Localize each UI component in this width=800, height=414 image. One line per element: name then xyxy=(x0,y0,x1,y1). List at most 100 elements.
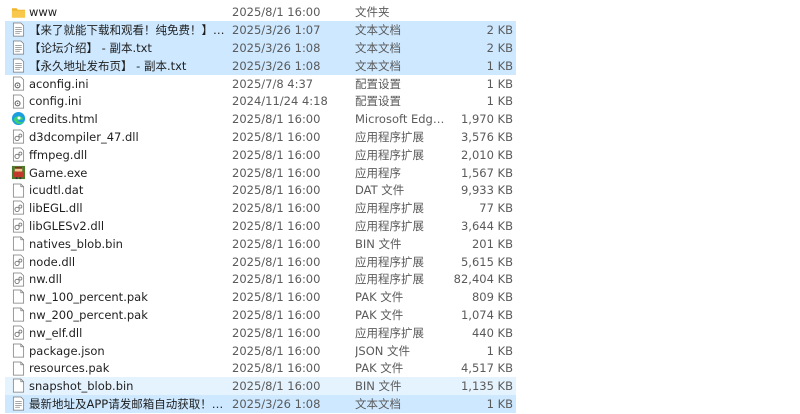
file-size: 4,517 KB xyxy=(460,361,513,376)
file-type: 应用程序扩展 xyxy=(355,325,424,340)
file-name: libGLESv2.dll xyxy=(29,218,105,233)
file-row[interactable]: node.dll 2025/8/1 16:00 应用程序扩展 5,615 KB xyxy=(5,253,516,271)
file-size: 1,970 KB xyxy=(460,112,513,127)
file-row[interactable]: nw_elf.dll 2025/8/1 16:00 应用程序扩展 440 KB xyxy=(5,324,516,342)
blank-file-icon xyxy=(11,307,26,322)
dll-icon xyxy=(11,129,26,144)
file-date-modified: 2025/8/1 16:00 xyxy=(232,218,321,233)
file-name: 最新地址及APP请发邮箱自动获取！！！ xyxy=(29,396,225,411)
file-type: 配置设置 xyxy=(355,76,401,91)
file-row[interactable]: libGLESv2.dll 2025/8/1 16:00 应用程序扩展 3,644 K… xyxy=(5,217,516,235)
file-size: 809 KB xyxy=(471,290,513,305)
file-date-modified: 2025/8/1 16:00 xyxy=(232,183,321,198)
file-row[interactable]: credits.html 2025/8/1 16:00 Microsoft Edge… xyxy=(5,110,516,128)
file-date-modified: 2025/3/26 1:07 xyxy=(232,23,321,38)
file-row[interactable]: Game.exe 2025/8/1 16:00 应用程序 1,567 KB xyxy=(5,164,516,182)
file-name: config.ini xyxy=(29,94,82,109)
file-size: 3,644 KB xyxy=(460,218,513,233)
file-row[interactable]: resources.pak 2025/8/1 16:00 PAK 文件 4,517 K… xyxy=(5,360,516,378)
file-type: JSON 文件 xyxy=(355,343,411,358)
file-type: 应用程序扩展 xyxy=(355,129,424,144)
file-name: nw.dll xyxy=(29,272,62,287)
file-type: 文本文档 xyxy=(355,396,401,411)
file-size: 2 KB xyxy=(486,40,513,55)
text-document-icon xyxy=(11,58,26,73)
file-name: ffmpeg.dll xyxy=(29,147,88,162)
file-name: node.dll xyxy=(29,254,76,269)
file-row[interactable]: snapshot_blob.bin 2025/8/1 16:00 BIN 文件 1,1… xyxy=(5,377,516,396)
file-row[interactable]: natives_blob.bin 2025/8/1 16:00 BIN 文件 201 … xyxy=(5,235,516,253)
file-size: 1,567 KB xyxy=(460,165,513,180)
file-type: 应用程序扩展 xyxy=(355,272,424,287)
file-row[interactable]: 【来了就能下载和观看！纯免费！】 - 副... 2025/3/26 1:07 文本文… xyxy=(5,21,516,40)
file-row[interactable]: 【论坛介绍】 - 副本.txt 2025/3/26 1:08 文本文档 2 KB xyxy=(5,39,516,57)
file-date-modified: 2025/8/1 16:00 xyxy=(232,307,321,322)
file-type: PAK 文件 xyxy=(355,290,404,305)
file-name: snapshot_blob.bin xyxy=(29,379,134,394)
file-date-modified: 2025/8/1 16:00 xyxy=(232,129,321,144)
file-name: nw_elf.dll xyxy=(29,325,83,340)
settings-file-icon xyxy=(11,94,26,109)
file-row[interactable]: package.json 2025/8/1 16:00 JSON 文件 1 KB xyxy=(5,342,516,360)
file-row[interactable]: d3dcompiler_47.dll 2025/8/1 16:00 应用程序扩展 3,… xyxy=(5,128,516,146)
file-size: 1 KB xyxy=(486,94,513,109)
file-size: 3,576 KB xyxy=(460,129,513,144)
file-row[interactable]: 【永久地址发布页】 - 副本.txt 2025/3/26 1:08 文本文档 1 KB xyxy=(5,56,516,75)
file-type: 文本文档 xyxy=(355,58,401,73)
file-type: 应用程序扩展 xyxy=(355,218,424,233)
file-name: nw_200_percent.pak xyxy=(29,307,148,322)
file-type: PAK 文件 xyxy=(355,361,404,376)
file-row[interactable]: www 2025/8/1 16:00 文件夹 xyxy=(5,4,516,22)
blank-file-icon xyxy=(11,236,26,251)
file-name: icudtl.dat xyxy=(29,183,84,198)
dll-icon xyxy=(11,272,26,287)
file-date-modified: 2025/3/26 1:08 xyxy=(232,396,321,411)
file-type: 配置设置 xyxy=(355,94,401,109)
file-row[interactable]: nw.dll 2025/8/1 16:00 应用程序扩展 82,404 KB xyxy=(5,271,516,289)
blank-file-icon xyxy=(11,378,26,393)
file-date-modified: 2025/8/1 16:00 xyxy=(232,325,321,340)
folder-icon xyxy=(11,5,26,20)
file-size: 1 KB xyxy=(486,58,513,73)
file-row[interactable]: icudtl.dat 2025/8/1 16:00 DAT 文件 9,933 KB xyxy=(5,182,516,200)
file-row[interactable]: 最新地址及APP请发邮箱自动获取！！！ 2025/3/26 1:08 文本文档 1 K… xyxy=(5,395,516,413)
file-row[interactable]: ffmpeg.dll 2025/8/1 16:00 应用程序扩展 2,010 KB xyxy=(5,146,516,164)
file-date-modified: 2025/3/26 1:08 xyxy=(232,58,321,73)
dll-icon xyxy=(11,325,26,340)
file-date-modified: 2025/8/1 16:00 xyxy=(232,343,321,358)
file-row[interactable]: aconfig.ini 2025/7/8 4:37 配置设置 1 KB xyxy=(5,75,516,93)
file-type: 应用程序扩展 xyxy=(355,201,424,216)
settings-file-icon xyxy=(11,76,26,91)
file-size: 2,010 KB xyxy=(460,147,513,162)
file-date-modified: 2025/8/1 16:00 xyxy=(232,254,321,269)
file-size: 2 KB xyxy=(486,23,513,38)
file-size: 1 KB xyxy=(486,343,513,358)
text-document-icon xyxy=(11,40,26,55)
file-type: DAT 文件 xyxy=(355,183,405,198)
file-size: 440 KB xyxy=(471,325,513,340)
file-type: 文本文档 xyxy=(355,40,401,55)
file-type: 应用程序扩展 xyxy=(355,254,424,269)
text-document-icon xyxy=(11,396,26,411)
file-name: d3dcompiler_47.dll xyxy=(29,129,139,144)
file-name: libEGL.dll xyxy=(29,201,83,216)
file-row[interactable]: libEGL.dll 2025/8/1 16:00 应用程序扩展 77 KB xyxy=(5,199,516,217)
text-document-icon xyxy=(11,22,26,37)
blank-file-icon xyxy=(11,361,26,376)
file-date-modified: 2025/3/26 1:08 xyxy=(232,40,321,55)
file-type: Microsoft Edge ... xyxy=(355,112,445,127)
file-name: natives_blob.bin xyxy=(29,236,123,251)
file-row[interactable]: config.ini 2024/11/24 4:18 配置设置 1 KB xyxy=(5,93,516,111)
file-row[interactable]: nw_100_percent.pak 2025/8/1 16:00 PAK 文件 80… xyxy=(5,288,516,306)
file-type: 应用程序 xyxy=(355,165,401,180)
file-date-modified: 2025/8/1 16:00 xyxy=(232,361,321,376)
file-name: package.json xyxy=(29,343,105,358)
file-size: 77 KB xyxy=(479,201,513,216)
dll-icon xyxy=(11,147,26,162)
file-date-modified: 2025/8/1 16:00 xyxy=(232,236,321,251)
file-date-modified: 2025/8/1 16:00 xyxy=(232,379,321,394)
file-type: BIN 文件 xyxy=(355,236,402,251)
dll-icon xyxy=(11,254,26,269)
dll-icon xyxy=(11,200,26,215)
file-row[interactable]: nw_200_percent.pak 2025/8/1 16:00 PAK 文件 1,… xyxy=(5,306,516,324)
